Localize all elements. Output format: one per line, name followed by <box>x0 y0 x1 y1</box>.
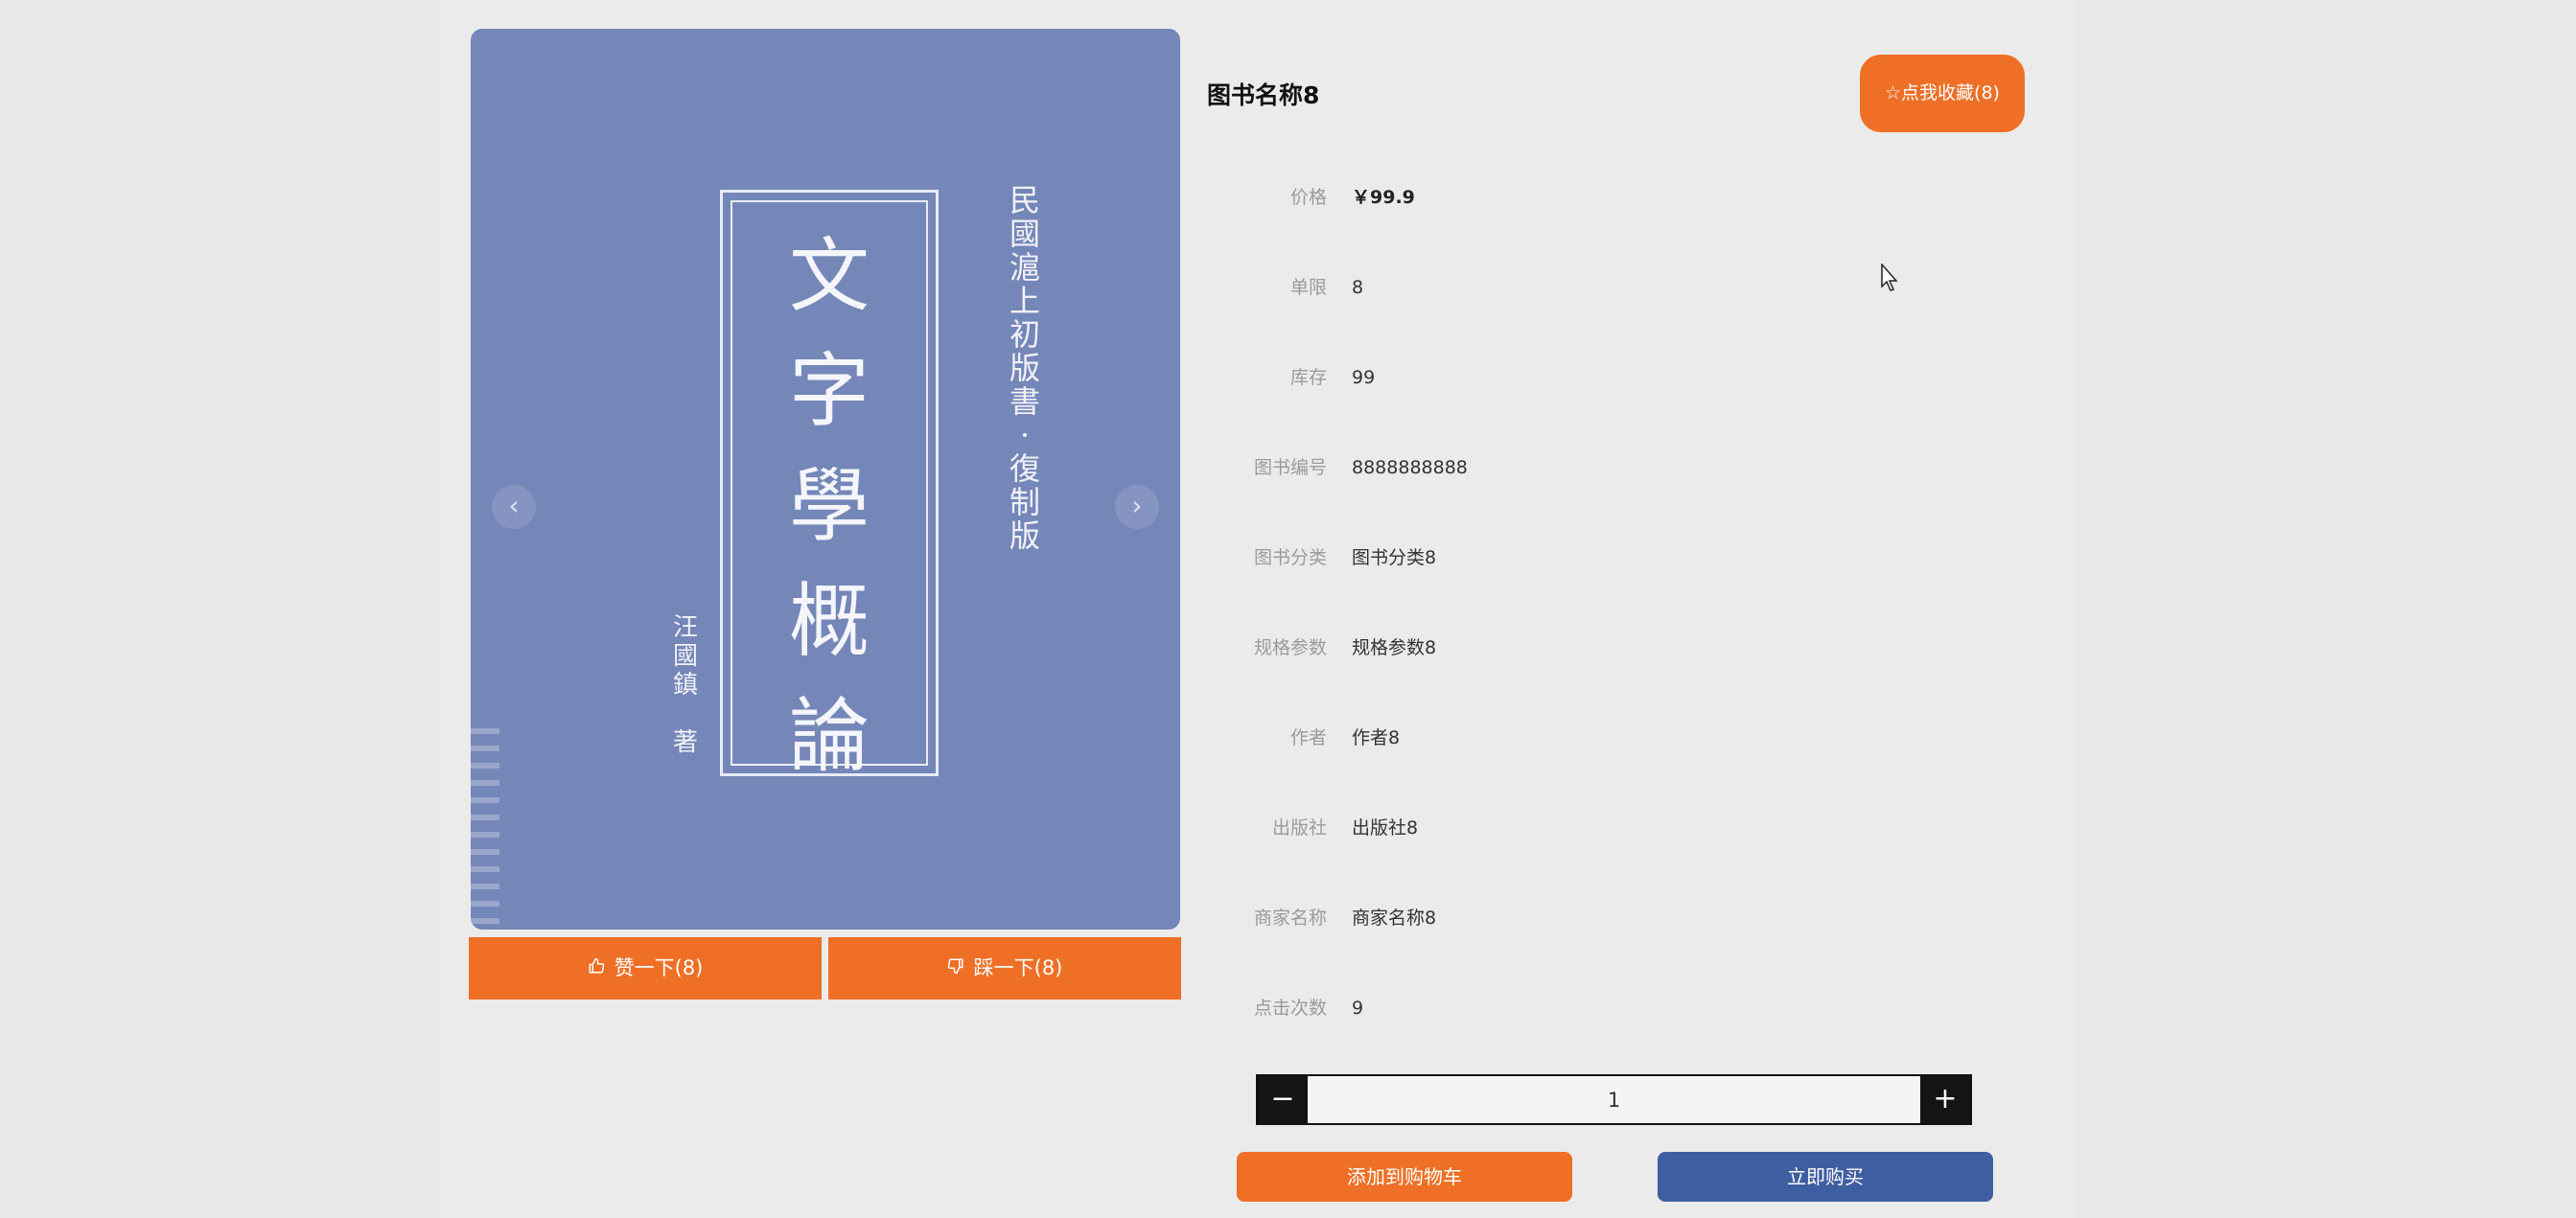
page-margin-left <box>0 0 440 1218</box>
cover-subtitle-char: 初 <box>1009 316 1040 353</box>
cover-subtitle-char: 書 <box>1009 383 1040 420</box>
book-title: 图书名称8 <box>1207 81 1320 109</box>
like-label: 赞一下(8) <box>614 956 704 979</box>
detail-label: 单限 <box>1289 277 1327 298</box>
detail-label: 点击次数 <box>1253 998 1327 1019</box>
cover-title-char: 概 <box>788 574 870 668</box>
detail-row-spec: 规格参数 规格参数8 <box>1208 629 1975 667</box>
cover-subtitle: 民 國 滬 上 初 版 書 · 復 制 版 <box>1004 184 1046 553</box>
mouse-cursor-icon <box>1881 264 1898 291</box>
cover-subtitle-char: 民 <box>1009 182 1040 218</box>
detail-label: 作者 <box>1289 727 1327 748</box>
quantity-decrease-button[interactable]: − <box>1258 1076 1308 1123</box>
cover-subtitle-char: · <box>1019 417 1031 453</box>
quantity-stepper: − + <box>1256 1074 1972 1125</box>
cover-subtitle-char: 版 <box>1009 517 1040 554</box>
detail-row-category: 图书分类 图书分类8 <box>1208 539 1975 577</box>
detail-row-clicks: 点击次数 9 <box>1208 989 1975 1027</box>
add-to-cart-button[interactable]: 添加到购物车 <box>1237 1152 1572 1202</box>
cover-author-char: 國 <box>672 642 698 671</box>
thumbs-down-icon <box>947 938 964 1000</box>
quantity-input[interactable] <box>1308 1076 1920 1123</box>
detail-label: 规格参数 <box>1253 637 1327 658</box>
cover-title-char: 學 <box>788 459 870 553</box>
cover-seal-mark <box>471 728 499 930</box>
detail-value: 8 <box>1352 277 1364 298</box>
dislike-button[interactable]: 踩一下(8) <box>828 937 1181 1000</box>
detail-value: 9 <box>1352 998 1364 1019</box>
detail-label: 图书分类 <box>1253 547 1327 568</box>
quantity-increase-button[interactable]: + <box>1920 1076 1970 1123</box>
cover-author-char: 著 <box>672 728 698 757</box>
favorite-button[interactable]: ☆点我收藏(8) <box>1860 55 2025 132</box>
cover-subtitle-char: 國 <box>1009 216 1040 252</box>
cover-author: 汪 國 鎮 著 <box>666 613 705 757</box>
detail-row-price: 价格 ￥99.9 <box>1208 178 1975 217</box>
detail-label: 价格 <box>1289 187 1327 208</box>
detail-label: 图书编号 <box>1253 457 1327 478</box>
detail-row-stock: 库存 99 <box>1208 358 1975 397</box>
cover-subtitle-char: 上 <box>1009 283 1040 319</box>
cover-title-char: 論 <box>788 689 870 783</box>
thumbs-up-icon <box>588 938 605 1000</box>
detail-value: 出版社8 <box>1352 817 1419 839</box>
dislike-label: 踩一下(8) <box>973 956 1063 979</box>
carousel-next-button[interactable]: › <box>1115 485 1159 529</box>
detail-label: 库存 <box>1289 367 1327 388</box>
detail-row-merchant: 商家名称 商家名称8 <box>1208 899 1975 937</box>
cover-title: 文 字 學 概 論 <box>720 218 939 793</box>
cover-subtitle-char: 制 <box>1009 484 1040 520</box>
detail-value: 99 <box>1352 367 1376 388</box>
cover-author-char <box>666 700 705 728</box>
detail-value: 图书分类8 <box>1352 547 1437 568</box>
cover-subtitle-char: 滬 <box>1009 249 1040 286</box>
detail-row-publisher: 出版社 出版社8 <box>1208 809 1975 847</box>
cover-title-char: 文 <box>788 229 870 323</box>
cover-subtitle-char: 版 <box>1009 350 1040 386</box>
detail-row-limit: 单限 8 <box>1208 268 1975 307</box>
cover-subtitle-char: 復 <box>1009 450 1040 487</box>
book-cover-carousel: 文 字 學 概 論 民 國 滬 上 初 版 書 · 復 制 版 汪 國 鎮 著 … <box>471 29 1180 930</box>
detail-row-book-number: 图书编号 8888888888 <box>1208 448 1975 487</box>
cover-author-char: 鎮 <box>672 671 698 700</box>
detail-row-author: 作者 作者8 <box>1208 719 1975 757</box>
detail-value: 商家名称8 <box>1352 908 1437 929</box>
chevron-left-icon: ‹ <box>508 490 520 521</box>
detail-value: 规格参数8 <box>1352 637 1437 658</box>
buy-now-button[interactable]: 立即购买 <box>1658 1152 1993 1202</box>
detail-value: 8888888888 <box>1352 457 1468 478</box>
chevron-right-icon: › <box>1131 490 1143 521</box>
detail-label: 商家名称 <box>1253 908 1327 929</box>
carousel-prev-button[interactable]: ‹ <box>492 485 536 529</box>
detail-label: 出版社 <box>1271 817 1327 839</box>
page-margin-right <box>2076 0 2576 1218</box>
detail-value: 作者8 <box>1352 727 1401 748</box>
cover-title-char: 字 <box>788 344 870 438</box>
like-button[interactable]: 赞一下(8) <box>469 937 822 1000</box>
cover-author-char: 汪 <box>672 613 698 642</box>
detail-value: ￥99.9 <box>1352 187 1415 208</box>
